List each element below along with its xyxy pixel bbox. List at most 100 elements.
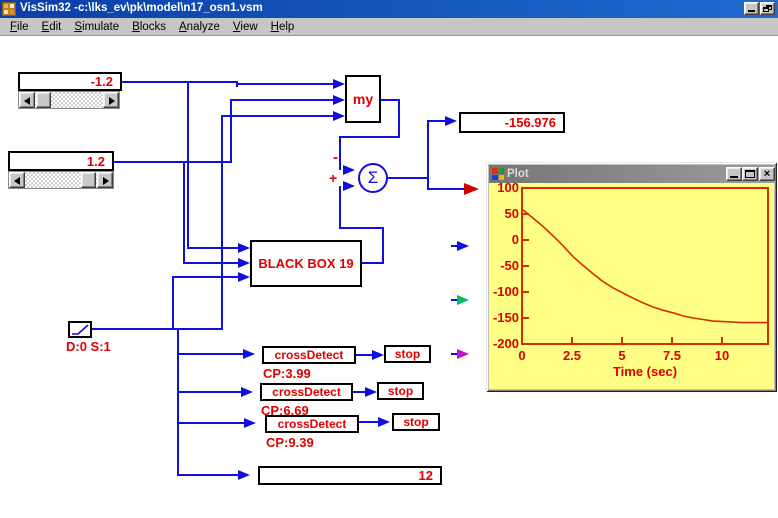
vissim-app-window: VisSim32 -c:\lks_ev\pk\model\n17_osn1.vs… xyxy=(0,0,778,518)
slider2-right-arrow[interactable] xyxy=(97,172,113,188)
wire-arrow xyxy=(333,111,345,121)
wire-arrow xyxy=(243,349,255,359)
plot-input3-arrow xyxy=(457,295,469,305)
black-box-19-block[interactable]: BLACK BOX 19 xyxy=(250,240,362,287)
plot-input1-arrow xyxy=(464,183,479,195)
ramp-label: D:0 S:1 xyxy=(66,339,111,354)
x-axis-title: Time (sec) xyxy=(521,364,769,379)
stop-3-block[interactable]: stop xyxy=(392,413,440,431)
menu-blocks[interactable]: Blocks xyxy=(126,19,173,35)
wire xyxy=(221,115,333,117)
plot-maximize-button[interactable] xyxy=(742,167,758,181)
wire-arrow xyxy=(244,418,256,428)
wire xyxy=(359,421,378,423)
diagram-canvas[interactable]: -1.2 1.2 my - + Σ -156.976 12 xyxy=(0,36,778,518)
cross-detect-2-block[interactable]: crossDetect xyxy=(260,383,353,401)
wire-arrow xyxy=(333,79,345,89)
menu-simulate[interactable]: Simulate xyxy=(68,19,126,35)
stop-label: stop xyxy=(395,347,420,361)
y-tick-label: 50 xyxy=(487,206,519,221)
plot-input2-arrow xyxy=(457,241,469,251)
cross-detect-label: crossDetect xyxy=(272,385,341,399)
plot-window[interactable]: Plot × 100500-50-100-150-20002.557.510Ti… xyxy=(486,162,777,392)
my-block-label: my xyxy=(353,91,373,107)
cross-detect-label: crossDetect xyxy=(278,417,347,431)
cross-detect-1-block[interactable]: crossDetect xyxy=(262,346,356,364)
slider2-left-arrow[interactable] xyxy=(9,172,25,188)
wire-arrow xyxy=(343,165,355,175)
menu-help[interactable]: Help xyxy=(265,19,302,35)
wire xyxy=(114,161,232,163)
y-tick-label: 100 xyxy=(487,180,519,195)
wire-arrow xyxy=(372,350,384,360)
minimize-button[interactable] xyxy=(744,2,759,15)
x-tick-label: 7.5 xyxy=(654,348,690,363)
wire xyxy=(187,247,238,249)
wire xyxy=(339,227,384,229)
restore-button[interactable] xyxy=(760,2,775,15)
menu-view[interactable]: View xyxy=(227,19,265,35)
wire xyxy=(236,83,333,85)
wire xyxy=(177,422,244,424)
cross-detect-1-cp-label: CP:3.99 xyxy=(263,366,311,381)
wire xyxy=(221,115,223,330)
black-box-label: BLACK BOX 19 xyxy=(258,256,353,271)
sigma-icon: Σ xyxy=(368,168,379,188)
wire-arrow xyxy=(238,470,250,480)
stop-1-block[interactable]: stop xyxy=(384,345,431,363)
wire xyxy=(172,276,174,330)
slider1-right-arrow[interactable] xyxy=(103,92,119,108)
plot-input4-arrow xyxy=(457,349,469,359)
stop-label: stop xyxy=(403,415,428,429)
wire xyxy=(177,391,241,393)
plot-chart: 100500-50-100-150-20002.557.510Time (sec… xyxy=(489,183,774,389)
cross-detect-3-cp-label: CP:9.39 xyxy=(266,435,314,450)
slider1-scrollbar[interactable] xyxy=(18,91,120,109)
time-display[interactable]: 12 xyxy=(258,466,442,485)
sum-output-display[interactable]: -156.976 xyxy=(459,112,565,133)
wire-arrow xyxy=(241,387,253,397)
wire xyxy=(177,328,179,476)
wire xyxy=(356,354,372,356)
wire xyxy=(122,81,237,83)
slider2-value-box[interactable]: 1.2 xyxy=(8,151,114,171)
stop-label: stop xyxy=(388,384,413,398)
wire-arrow xyxy=(343,181,355,191)
wire xyxy=(230,99,232,163)
wire xyxy=(172,276,238,278)
y-tick-label: 0 xyxy=(487,232,519,247)
plot-curve xyxy=(523,189,769,345)
my-compound-block[interactable]: my xyxy=(345,75,381,123)
wire xyxy=(339,136,341,170)
slider1-thumb[interactable] xyxy=(36,92,51,108)
menu-file[interactable]: File xyxy=(4,19,36,35)
ramp-block[interactable] xyxy=(68,321,92,338)
wire xyxy=(177,474,238,476)
cross-detect-3-block[interactable]: crossDetect xyxy=(265,415,359,433)
wire xyxy=(177,353,243,355)
y-tick-label: -50 xyxy=(487,258,519,273)
summing-junction-block[interactable]: Σ xyxy=(358,163,388,193)
time-display-value: 12 xyxy=(419,468,433,483)
app-title-bar[interactable]: VisSim32 -c:\lks_ev\pk\model\n17_osn1.vs… xyxy=(0,0,778,18)
slider2-value: 1.2 xyxy=(87,154,105,169)
slider1-value-box[interactable]: -1.2 xyxy=(18,72,122,91)
wire xyxy=(388,177,429,179)
menu-bar: File Edit Simulate Blocks Analyze View H… xyxy=(0,18,778,36)
sum-minus-sign: - xyxy=(333,149,338,166)
slider1-left-arrow[interactable] xyxy=(19,92,35,108)
wire xyxy=(353,391,365,393)
slider2-scrollbar[interactable] xyxy=(8,171,114,189)
plot-minimize-button[interactable] xyxy=(726,167,742,181)
wire-arrow xyxy=(445,116,457,126)
vissim-app-icon xyxy=(2,2,16,16)
wire xyxy=(183,262,238,264)
menu-edit[interactable]: Edit xyxy=(36,19,69,35)
plot-close-button[interactable]: × xyxy=(759,167,775,181)
menu-analyze[interactable]: Analyze xyxy=(173,19,227,35)
y-tick-label: -150 xyxy=(487,310,519,325)
slider2-thumb[interactable] xyxy=(81,172,96,188)
wire-arrow xyxy=(365,387,377,397)
stop-2-block[interactable]: stop xyxy=(377,382,424,400)
wire-arrow xyxy=(238,258,250,268)
